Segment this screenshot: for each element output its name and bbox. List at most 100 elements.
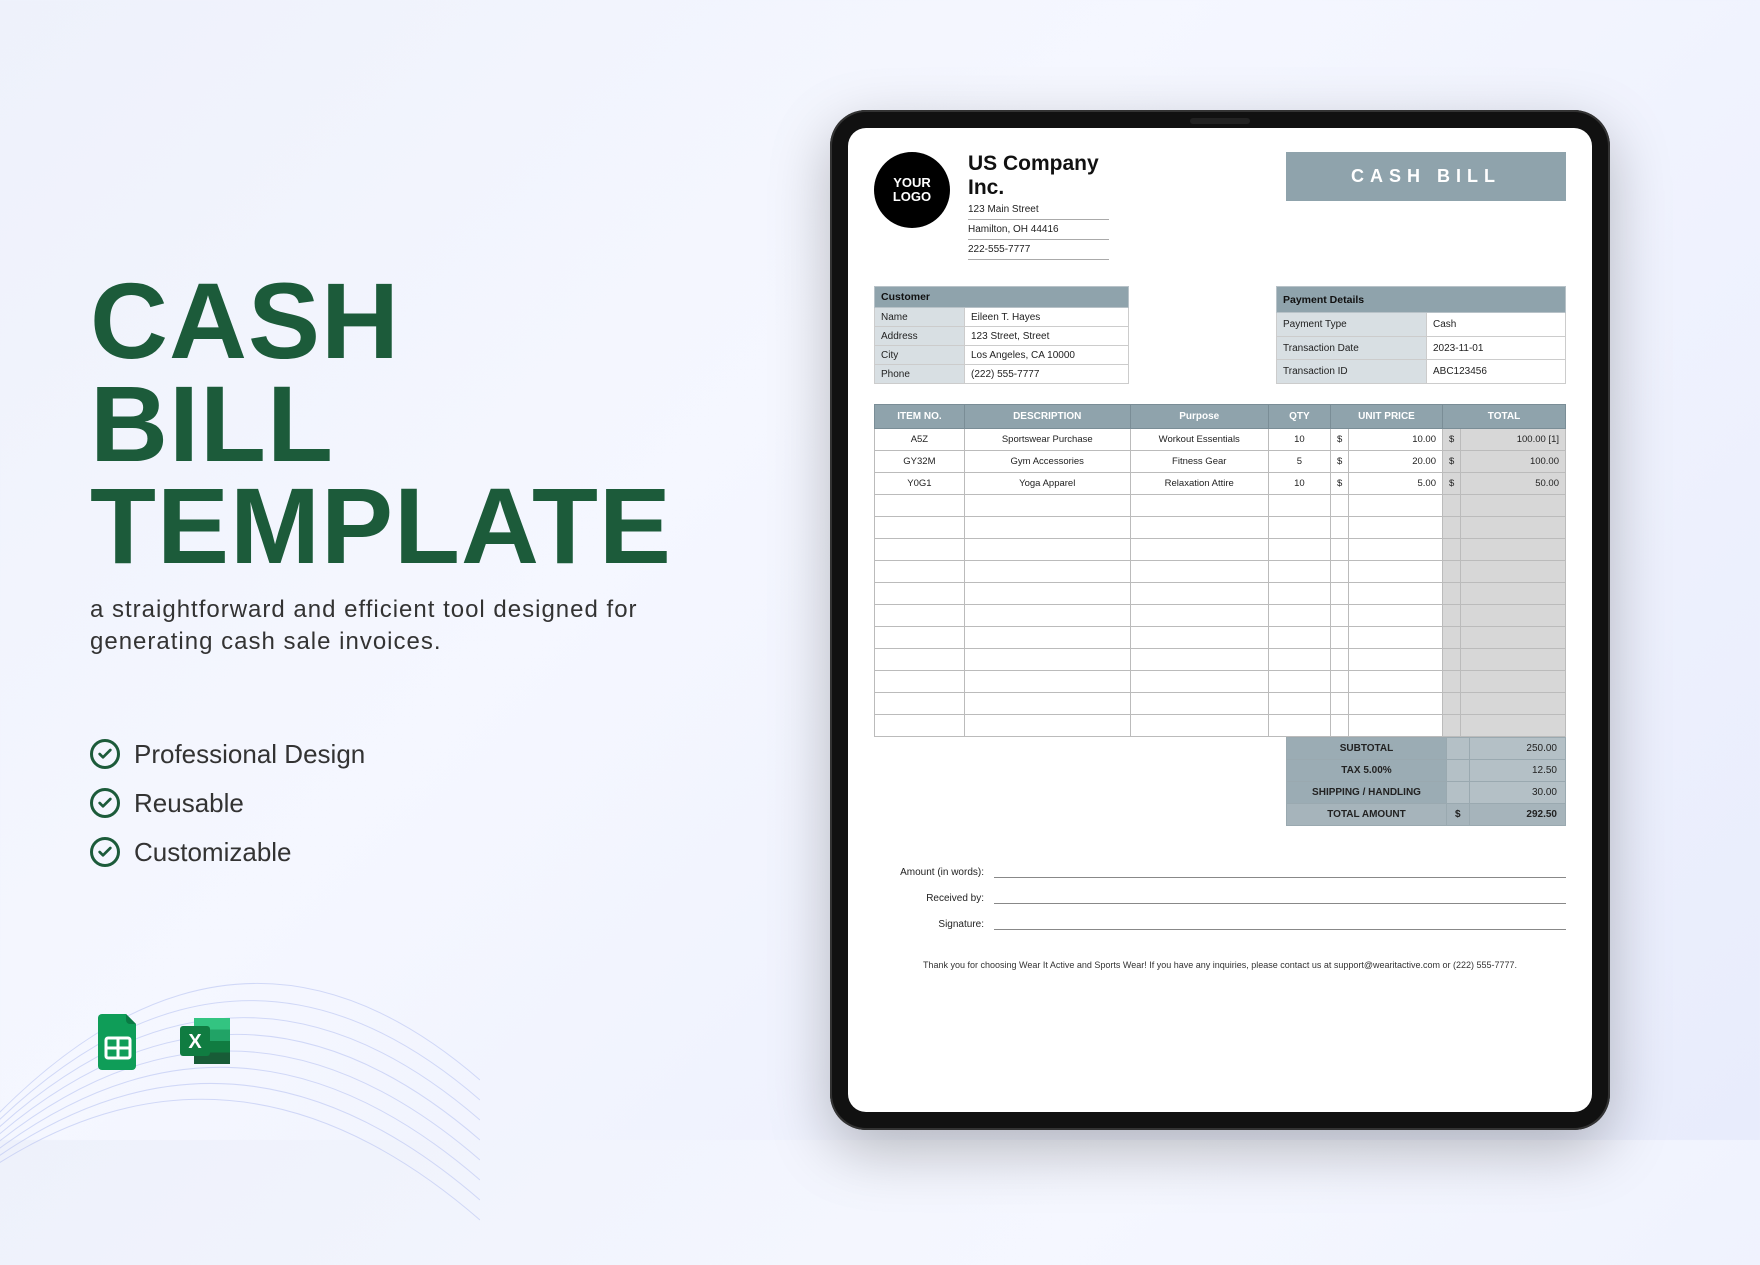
- excel-icon: X: [176, 1012, 234, 1070]
- info-tables-row: Customer NameEileen T. Hayes Address123 …: [874, 286, 1566, 384]
- page-title: CASH BILL TEMPLATE: [90, 270, 650, 578]
- cust-address: 123 Street, Street: [965, 327, 1129, 346]
- total-value: 292.50: [1469, 804, 1565, 826]
- cust-address-label: Address: [875, 327, 965, 346]
- tax-label: TAX 5.00%: [1287, 760, 1447, 782]
- cell-qty: 10: [1268, 429, 1330, 451]
- total-label: TOTAL AMOUNT: [1287, 804, 1447, 826]
- cust-name: Eileen T. Hayes: [965, 308, 1129, 327]
- cust-phone-label: Phone: [875, 365, 965, 384]
- pay-id: ABC123456: [1427, 360, 1566, 384]
- check-icon: [90, 739, 120, 769]
- cell-qty: 10: [1268, 473, 1330, 495]
- cell-total: 100.00 [1]: [1461, 429, 1566, 451]
- feature-label: Reusable: [134, 788, 244, 819]
- svg-text:X: X: [188, 1031, 202, 1053]
- cell-item-no: GY32M: [875, 451, 965, 473]
- subtotal-value: 250.00: [1469, 738, 1565, 760]
- feature-label: Customizable: [134, 837, 292, 868]
- cell-currency: $: [1443, 429, 1461, 451]
- th-total: TOTAL: [1443, 405, 1566, 429]
- cell-total: 100.00: [1461, 451, 1566, 473]
- cell-item-no: Y0G1: [875, 473, 965, 495]
- signature-section: Amount (in words): Received by: Signatur…: [874, 866, 1566, 930]
- th-description: DESCRIPTION: [964, 405, 1130, 429]
- company-city: Hamilton, OH 44416: [968, 220, 1109, 240]
- feature-label: Professional Design: [134, 739, 365, 770]
- table-row: .: [875, 517, 1566, 539]
- logo-text: YOUR: [893, 176, 931, 190]
- table-row: .: [875, 693, 1566, 715]
- app-icons-row: X: [90, 1012, 234, 1070]
- feature-list: Professional Design Reusable Customizabl…: [90, 739, 650, 868]
- feature-item: Customizable: [90, 837, 650, 868]
- google-sheets-icon: [90, 1012, 148, 1070]
- cell-currency: $: [1443, 473, 1461, 495]
- payment-header: Payment Details: [1277, 287, 1566, 313]
- summary-table: SUBTOTAL 250.00 TAX 5.00% 12.50 SHIPPING /…: [1286, 737, 1566, 826]
- check-icon: [90, 837, 120, 867]
- table-row: GY32MGym AccessoriesFitness Gear5$20.00$…: [875, 451, 1566, 473]
- hero-section: CASH BILL TEMPLATE a straightforward and…: [90, 270, 650, 886]
- cell-purpose: Fitness Gear: [1130, 451, 1268, 473]
- title-line-2: TEMPLATE: [90, 465, 672, 586]
- company-info: US Company Inc. 123 Main Street Hamilton…: [968, 152, 1109, 260]
- cust-phone: (222) 555-7777: [965, 365, 1129, 384]
- table-row: Y0G1Yoga ApparelRelaxation Attire10$5.00…: [875, 473, 1566, 495]
- cell-unit-price: 20.00: [1349, 451, 1443, 473]
- cell-desc: Gym Accessories: [964, 451, 1130, 473]
- shipping-label: SHIPPING / HANDLING: [1287, 782, 1447, 804]
- table-row: .: [875, 649, 1566, 671]
- logo-text: LOGO: [893, 190, 931, 204]
- table-row: .: [875, 495, 1566, 517]
- cell-desc: Yoga Apparel: [964, 473, 1130, 495]
- customer-header: Customer: [875, 287, 1129, 308]
- amount-words-label: Amount (in words):: [874, 867, 984, 878]
- cash-bill-banner: CASH BILL: [1286, 152, 1566, 201]
- table-row: .: [875, 539, 1566, 561]
- th-purpose: Purpose: [1130, 405, 1268, 429]
- pay-date-label: Transaction Date: [1277, 336, 1427, 360]
- pay-id-label: Transaction ID: [1277, 360, 1427, 384]
- currency-symbol: $: [1447, 804, 1470, 826]
- tablet-frame: YOUR LOGO US Company Inc. 123 Main Stree…: [830, 110, 1610, 1130]
- received-by-label: Received by:: [874, 893, 984, 904]
- th-unit-price: UNIT PRICE: [1331, 405, 1443, 429]
- footer-note: Thank you for choosing Wear It Active an…: [874, 960, 1566, 970]
- tax-value: 12.50: [1469, 760, 1565, 782]
- cust-city: Los Angeles, CA 10000: [965, 346, 1129, 365]
- cell-item-no: A5Z: [875, 429, 965, 451]
- check-icon: [90, 788, 120, 818]
- company-logo: YOUR LOGO: [874, 152, 950, 228]
- feature-item: Reusable: [90, 788, 650, 819]
- table-row: .: [875, 561, 1566, 583]
- cell-unit-price: 5.00: [1349, 473, 1443, 495]
- title-line-1: CASH BILL: [90, 260, 400, 484]
- table-row: .: [875, 671, 1566, 693]
- cell-qty: 5: [1268, 451, 1330, 473]
- cust-name-label: Name: [875, 308, 965, 327]
- table-row: .: [875, 583, 1566, 605]
- cust-city-label: City: [875, 346, 965, 365]
- th-qty: QTY: [1268, 405, 1330, 429]
- cell-total: 50.00: [1461, 473, 1566, 495]
- document-screen: YOUR LOGO US Company Inc. 123 Main Stree…: [848, 128, 1592, 1112]
- signature-label: Signature:: [874, 919, 984, 930]
- cell-currency: $: [1331, 451, 1349, 473]
- cell-currency: $: [1331, 429, 1349, 451]
- th-item-no: ITEM NO.: [875, 405, 965, 429]
- signature-line: [994, 918, 1566, 930]
- items-table: ITEM NO. DESCRIPTION Purpose QTY UNIT PR…: [874, 404, 1566, 737]
- cell-desc: Sportswear Purchase: [964, 429, 1130, 451]
- pay-type-label: Payment Type: [1277, 313, 1427, 337]
- amount-words-line: [994, 866, 1566, 878]
- table-row: .: [875, 605, 1566, 627]
- shipping-value: 30.00: [1469, 782, 1565, 804]
- subtotal-label: SUBTOTAL: [1287, 738, 1447, 760]
- customer-table: Customer NameEileen T. Hayes Address123 …: [874, 286, 1129, 384]
- cell-currency: $: [1331, 473, 1349, 495]
- page-subtitle: a straightforward and efficient tool des…: [90, 594, 650, 659]
- company-phone: 222-555-7777: [968, 240, 1109, 260]
- cell-purpose: Relaxation Attire: [1130, 473, 1268, 495]
- cell-currency: $: [1443, 451, 1461, 473]
